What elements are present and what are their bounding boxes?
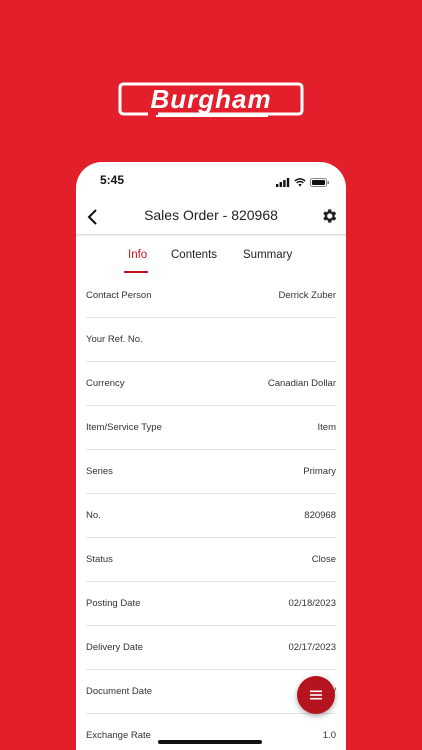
list-item: No. 820968 [86, 494, 336, 538]
status-time: 5:45 [100, 173, 125, 187]
burgham-logo-icon: Burgham [118, 82, 304, 117]
field-value: Item [317, 422, 336, 433]
menu-fab-button[interactable] [297, 676, 335, 714]
list-item: Posting Date 02/18/2023 [86, 582, 336, 626]
list-item: Item/Service Type Item [86, 406, 336, 450]
field-value: Close [311, 554, 336, 565]
field-label: No. [86, 510, 101, 521]
settings-button[interactable] [320, 207, 338, 225]
list-item: Your Ref. No. [86, 318, 336, 362]
field-label: Status [86, 554, 113, 565]
list-item: Exchange Rate 1.0 [86, 714, 336, 750]
list-item: Currency Canadian Dollar [86, 362, 336, 406]
home-indicator [158, 740, 262, 744]
status-bar: 5:45 [76, 162, 346, 196]
tab-bar: Info Contents Summary [76, 242, 346, 274]
field-value: Primary [303, 466, 336, 477]
field-label: Your Ref. No. [86, 334, 143, 345]
tab-contents[interactable]: Contents [171, 249, 217, 261]
header-divider [76, 234, 346, 237]
signal-icon [276, 174, 290, 192]
field-value: 820968 [304, 510, 336, 521]
field-label: Document Date [86, 686, 153, 697]
field-value: 02/18/2023 [288, 598, 336, 609]
field-label: Currency [86, 378, 125, 389]
field-value: Derrick Zuber [278, 290, 336, 301]
svg-text:Burgham: Burgham [150, 84, 271, 114]
phone-screen: 5:45 Sales Order - 820968 Info Contents … [76, 162, 346, 750]
active-tab-indicator [124, 271, 148, 273]
page-title: Sales Order - 820968 [144, 207, 278, 223]
list-item: Delivery Date 02/17/2023 [86, 626, 336, 670]
menu-icon [310, 690, 322, 700]
tab-summary[interactable]: Summary [243, 249, 292, 261]
field-label: Item/Service Type [86, 422, 162, 433]
gear-icon [323, 209, 337, 223]
battery-icon [310, 174, 330, 192]
app-header: Sales Order - 820968 [76, 200, 346, 234]
wifi-icon [294, 174, 306, 192]
field-label: Posting Date [86, 598, 141, 609]
list-item: Series Primary [86, 450, 336, 494]
field-value: 02/17/2023 [288, 642, 336, 653]
field-label: Delivery Date [86, 642, 144, 653]
brand-logo: Burgham [118, 78, 304, 120]
field-value: Canadian Dollar [267, 378, 336, 389]
field-label: Exchange Rate [86, 730, 151, 741]
list-item: Contact Person Derrick Zuber [86, 274, 336, 318]
field-value: 1.0 [322, 730, 336, 741]
field-label: Contact Person [86, 290, 152, 301]
info-list: Contact Person Derrick Zuber Your Ref. N… [86, 274, 336, 750]
tab-info[interactable]: Info [128, 249, 147, 261]
status-icons [276, 174, 330, 192]
list-item: Status Close [86, 538, 336, 582]
field-label: Series [86, 466, 113, 477]
